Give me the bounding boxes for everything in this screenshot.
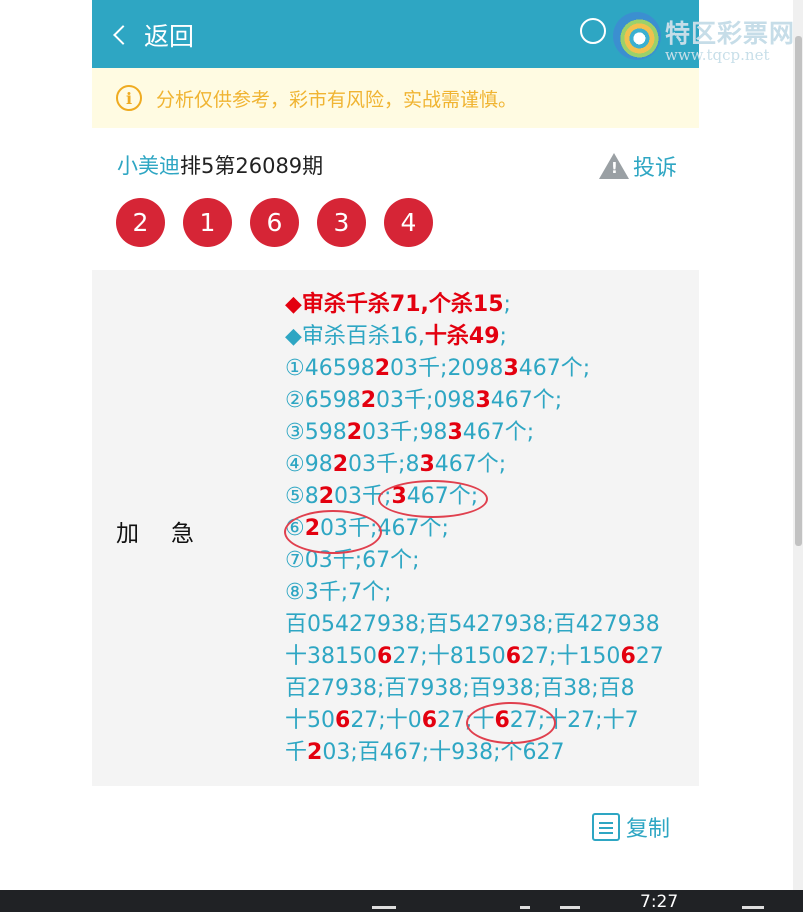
line-text: ◆审杀百杀16, [285, 324, 425, 349]
line-text: 03千;8 [348, 452, 420, 477]
highlighted-digit: 2 [360, 388, 377, 413]
line-text: 27 [635, 644, 664, 669]
highlighted-digit: 2 [318, 484, 335, 509]
prediction-line: 百05427938;百5427938;百427938 [285, 609, 664, 641]
line-text: 27;十150 [521, 644, 621, 669]
line-text: ①46598 [285, 356, 375, 381]
line-text: 467个; [434, 452, 507, 477]
tray-icon[interactable] [520, 906, 530, 909]
risk-notice: i 分析仅供参考，彩市有风险，实战需谨慎。 [92, 68, 699, 128]
highlighted-digit: 3 [447, 420, 463, 445]
line-text: 03千;098 [376, 388, 476, 413]
prediction-line: ⑧3千;7个; [285, 577, 664, 609]
line-text: 03千;98 [362, 420, 448, 445]
prediction-line: ③598203千;983467个; [285, 417, 664, 449]
author-link[interactable]: 小美迪 [117, 154, 180, 178]
report-button[interactable]: 投诉 [598, 150, 677, 182]
copy-icon [592, 813, 620, 841]
line-text: 27;十8150 [392, 644, 506, 669]
watermark: 特区彩票网 www.tqcp.net [605, 6, 803, 66]
watermark-logo-icon [613, 12, 661, 60]
highlighted-digit: 3 [475, 388, 491, 413]
notification-icon[interactable] [742, 906, 764, 909]
highlight-circle [378, 480, 488, 518]
issue-title: 排5第26089期 [180, 154, 324, 178]
prediction-content: 加急 ◆审杀千杀71,个杀15; ◆审杀百杀16,十杀49; ①46598203千;… [92, 270, 699, 786]
info-icon: i [116, 85, 142, 111]
notice-text: 分析仅供参考，彩市有风险，实战需谨慎。 [156, 88, 518, 111]
draw-numbers: 2 1 6 3 4 [116, 198, 433, 247]
line-text: 十50 [285, 708, 335, 733]
prediction-line: 十38150627;十8150627;十150627 [285, 641, 664, 673]
prediction-line: 千203;百467;十938;个627 [285, 737, 664, 769]
highlighted-digit: 6 [421, 708, 438, 733]
line-text: 467个; [490, 388, 563, 413]
highlighted-digit: 2 [374, 356, 391, 381]
line-text: ⑤8 [285, 484, 319, 509]
line-text: 467个; [462, 420, 535, 445]
report-label: 投诉 [632, 156, 677, 181]
highlighted-digit: ◆审杀千杀71,个杀15 [285, 292, 504, 317]
line-text: 467个; [518, 356, 591, 381]
highlight-circle [284, 510, 382, 554]
line-text: ⑧3千;7个; [285, 580, 392, 605]
clock: 7:27 [640, 892, 679, 912]
line-text: ④98 [285, 452, 333, 477]
copy-label: 复制 [626, 817, 671, 842]
prediction-line: ◆审杀百杀16,十杀49; [285, 321, 664, 353]
highlighted-digit: 十杀49 [424, 324, 500, 349]
highlighted-digit: 2 [346, 420, 363, 445]
line-text: ③598 [285, 420, 347, 445]
warning-icon [598, 153, 629, 179]
search-icon[interactable] [580, 18, 606, 44]
highlighted-digit: 6 [620, 644, 636, 669]
prediction-line: 百27938;百7938;百938;百38;百8 [285, 673, 664, 705]
keyboard-icon[interactable] [560, 906, 580, 909]
scrollbar[interactable] [793, 0, 803, 890]
line-text: ; [503, 292, 511, 317]
prediction-line: ②6598203千;0983467个; [285, 385, 664, 417]
taskbar: 7:27 [0, 890, 803, 912]
copy-button[interactable]: 复制 [592, 811, 670, 843]
watermark-url: www.tqcp.net [665, 46, 770, 64]
line-text: 03千;2098 [390, 356, 504, 381]
highlighted-digit: 6 [377, 644, 393, 669]
highlight-circle [466, 702, 556, 744]
back-label: 返回 [144, 22, 195, 51]
line-text: 27;十0 [350, 708, 422, 733]
chevron-left-icon [113, 25, 133, 45]
browser-icon[interactable] [372, 906, 396, 909]
highlighted-digit: 2 [332, 452, 349, 477]
number-ball: 3 [317, 198, 366, 247]
scrollbar-thumb[interactable] [795, 36, 802, 546]
highlighted-digit: 6 [505, 644, 522, 669]
line-text: 百05427938;百5427938;百427938 [285, 612, 660, 637]
highlighted-digit: 6 [335, 708, 351, 733]
number-ball: 6 [250, 198, 299, 247]
line-text: 千 [285, 740, 308, 765]
page: 返回 特区彩票网 www.tqcp.net i 分析仅供参考，彩市有风险，实战需… [0, 0, 803, 912]
line-text: ; [499, 324, 507, 349]
prediction-line: ①46598203千;20983467个; [285, 353, 664, 385]
highlighted-digit: 3 [503, 356, 519, 381]
line-text: 十38150 [285, 644, 377, 669]
watermark-title: 特区彩票网 [665, 19, 796, 48]
number-ball: 2 [116, 198, 165, 247]
post-title-row: 小美迪排5第26089期 投诉 [117, 150, 677, 182]
highlighted-digit: 3 [419, 452, 435, 477]
line-text: ②6598 [285, 388, 361, 413]
prediction-line: ◆审杀千杀71,个杀15; [285, 289, 664, 321]
number-ball: 4 [384, 198, 433, 247]
highlighted-digit: 2 [307, 740, 323, 765]
post-label: 加急 [116, 521, 226, 547]
prediction-line: ④98203千;83467个; [285, 449, 664, 481]
line-text: 03;百467;十938;个627 [322, 740, 565, 765]
line-text: 百27938;百7938;百938;百38;百8 [285, 676, 635, 701]
number-ball: 1 [183, 198, 232, 247]
back-button[interactable]: 返回 [110, 18, 194, 52]
